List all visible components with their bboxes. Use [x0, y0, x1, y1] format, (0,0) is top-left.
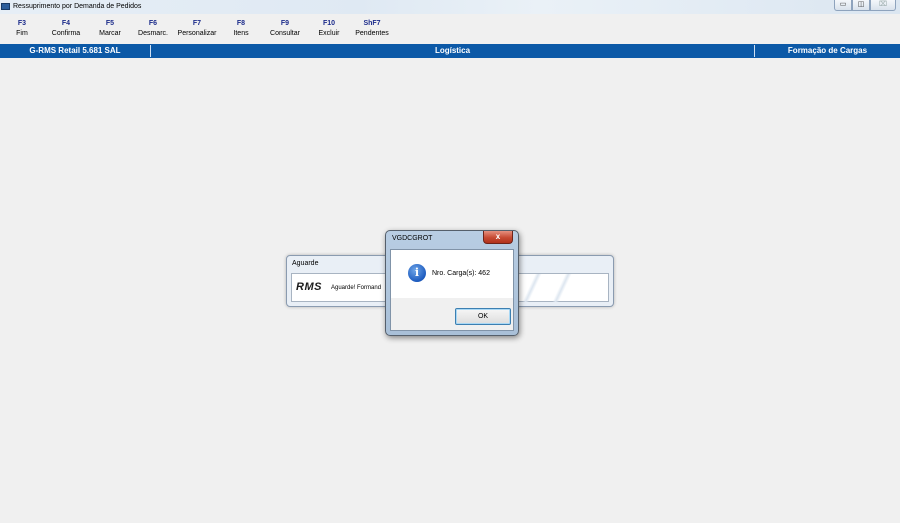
rms-logo: RMS [296, 281, 322, 293]
aguarde-message: Aguarde! Formand [331, 285, 382, 291]
fkey-label: Fim [16, 30, 28, 37]
fkey-code: F6 [148, 20, 158, 27]
fkey-label: Pendentes [355, 30, 389, 37]
fkey-consultar[interactable]: F9 Consultar [265, 19, 305, 39]
fkey-code: F4 [61, 20, 71, 27]
dialog-message: Nro. Carga(s): 462 [432, 270, 490, 277]
fkey-pendentes[interactable]: ShF7 Pendentes [352, 19, 392, 39]
window-controls: ▭ ◫ ⌧ [834, 0, 896, 11]
close-window-button[interactable]: ⌧ [870, 0, 896, 11]
fkey-personalizar[interactable]: F7 Personalizar [174, 19, 220, 39]
fkey-code: F8 [236, 20, 246, 27]
fkey-label: Consultar [270, 30, 300, 37]
fkey-label: Desmarc. [138, 30, 168, 37]
app-icon [1, 3, 10, 10]
fkey-confirma[interactable]: F4 Confirma [48, 19, 84, 39]
dialog-message-area: i Nro. Carga(s): 462 [391, 250, 513, 298]
ok-button[interactable]: OK [455, 308, 511, 325]
fkey-label: Excluir [318, 30, 340, 37]
aguarde-title: Aguarde [292, 260, 319, 267]
fkey-marcar[interactable]: F5 Marcar [95, 19, 125, 39]
message-dialog: VGDCGROT x i Nro. Carga(s): 462 OK [385, 230, 519, 336]
info-icon: i [408, 264, 426, 282]
system-version: G-RMS Retail 5.681 SAL [29, 46, 121, 55]
fkey-label: Marcar [99, 30, 121, 37]
progress-stripe [522, 274, 542, 302]
minimize-button[interactable]: ▭ [834, 0, 852, 11]
fkey-label: Itens [233, 30, 249, 37]
fkey-code: F7 [192, 20, 202, 27]
dialog-close-button[interactable]: x [483, 231, 513, 244]
fkey-fim[interactable]: F3 Fim [13, 19, 31, 39]
fkey-itens[interactable]: F8 Itens [228, 19, 254, 39]
fkey-desmarc[interactable]: F6 Desmarc. [134, 19, 172, 39]
module-bar: G-RMS Retail 5.681 SAL Logística Formaçã… [0, 44, 900, 58]
restore-button[interactable]: ◫ [852, 0, 870, 11]
fkey-code: F10 [322, 20, 336, 27]
fkey-label: Confirma [51, 30, 81, 37]
dialog-body: i Nro. Carga(s): 462 OK [390, 249, 514, 331]
fkey-label: Personalizar [177, 30, 217, 37]
module-name: Logística [434, 46, 471, 55]
dialog-title: VGDCGROT [392, 235, 433, 242]
progress-stripe [552, 274, 572, 302]
fkey-code: F9 [280, 20, 290, 27]
fkey-code: F3 [17, 20, 27, 27]
window-title: Ressuprimento por Demanda de Pedidos [13, 3, 142, 10]
function-name: Formação de Cargas [787, 46, 868, 55]
fkey-code: F5 [105, 20, 115, 27]
function-key-toolbar: F3 Fim F4 Confirma F5 Marcar F6 Desmarc.… [0, 16, 900, 44]
title-bar: Ressuprimento por Demanda de Pedidos ▭ ◫… [0, 0, 900, 14]
fkey-code: ShF7 [363, 20, 381, 27]
fkey-excluir[interactable]: F10 Excluir [314, 19, 344, 39]
